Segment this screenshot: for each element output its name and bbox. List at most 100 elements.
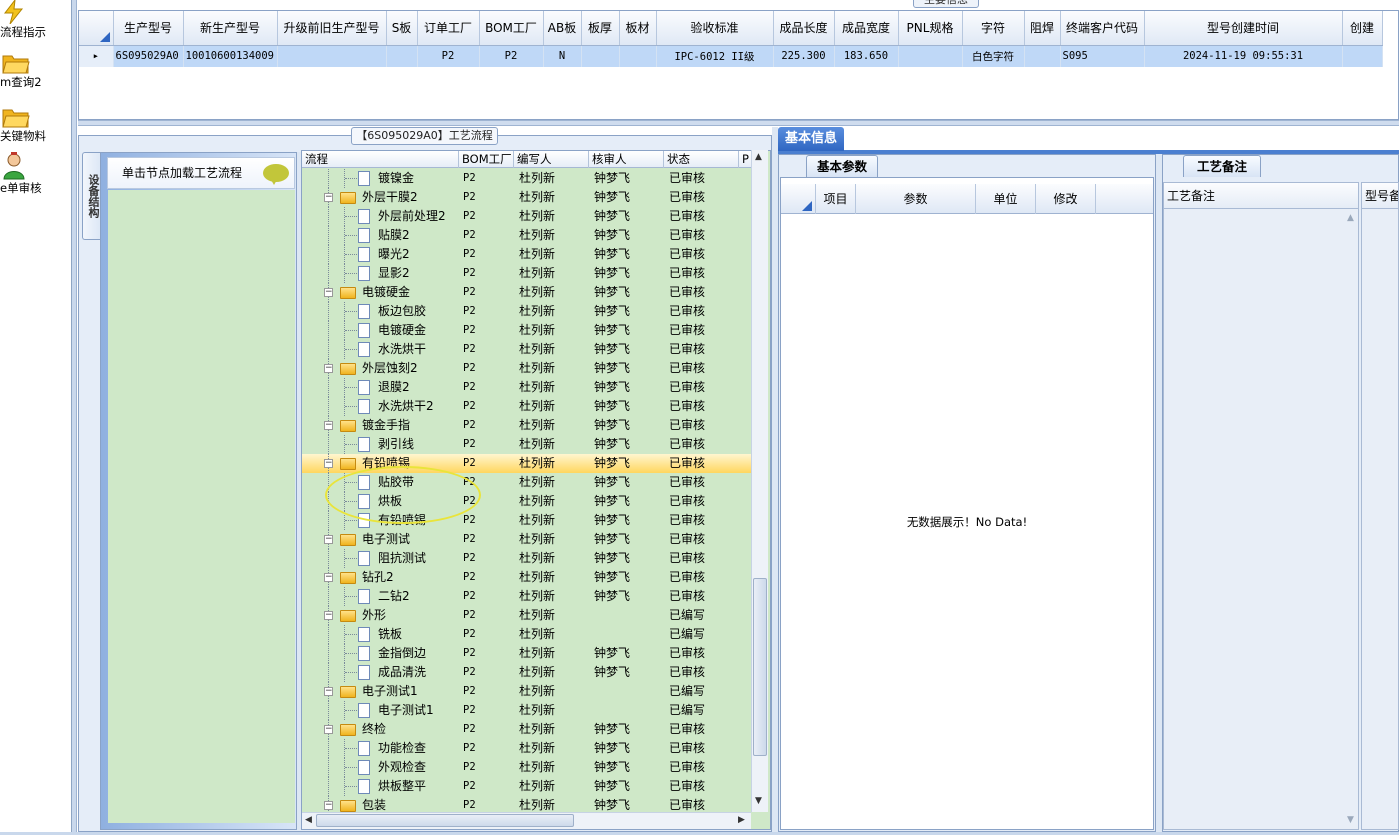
tree-row[interactable]: − 电子测试1 P2 杜列新 已编写: [302, 682, 752, 701]
scroll-up-icon[interactable]: ▲: [1347, 213, 1354, 223]
tree-row[interactable]: 镀镍金 P2 杜列新 钟梦飞 已审核: [302, 169, 752, 188]
col-header[interactable]: 字符: [962, 11, 1025, 46]
process-flow-tab[interactable]: 【6S095029A0】工艺流程: [351, 127, 498, 145]
col-header[interactable]: 新生产型号: [183, 11, 278, 46]
tree-row[interactable]: 成品清洗 P2 杜列新 钟梦飞 已审核: [302, 663, 752, 682]
tree-col-header[interactable]: 流程: [302, 151, 459, 168]
left-splitter[interactable]: [72, 0, 77, 835]
collapse-icon[interactable]: −: [324, 573, 333, 582]
tree-row[interactable]: 退膜2 P2 杜列新 钟梦飞 已审核: [302, 378, 752, 397]
col-header[interactable]: 生产型号: [113, 11, 184, 46]
table-cell[interactable]: N: [543, 45, 582, 67]
params-col-header[interactable]: 项目: [816, 184, 856, 214]
tree-row[interactable]: 铣板 P2 杜列新 已编写: [302, 625, 752, 644]
params-col-header[interactable]: 修改: [1036, 184, 1096, 214]
table-cell[interactable]: 6S095029A0: [113, 45, 184, 67]
tree-row[interactable]: − 外层蚀刻2 P2 杜列新 钟梦飞 已审核: [302, 359, 752, 378]
collapse-icon[interactable]: −: [324, 193, 333, 202]
table-cell[interactable]: [386, 45, 418, 67]
table-cell[interactable]: 白色字符: [962, 45, 1025, 67]
row-indicator[interactable]: ▸: [79, 45, 114, 67]
basic-params-tab[interactable]: 基本参数: [806, 155, 878, 177]
col-header[interactable]: 板材: [619, 11, 657, 46]
collapse-icon[interactable]: −: [324, 288, 333, 297]
tree-col-header[interactable]: 核审人: [589, 151, 664, 168]
tree-col-header[interactable]: 状态: [664, 151, 739, 168]
collapse-icon[interactable]: −: [324, 364, 333, 373]
collapse-icon[interactable]: −: [324, 535, 333, 544]
scroll-down-icon[interactable]: ▼: [1347, 815, 1354, 825]
table-cell[interactable]: P2: [479, 45, 544, 67]
col-header[interactable]: PNL规格: [898, 11, 963, 46]
table-cell[interactable]: [898, 45, 963, 67]
table-cell[interactable]: IPC-6012 II级: [656, 45, 774, 67]
tree-row[interactable]: − 终检 P2 杜列新 钟梦飞 已审核: [302, 720, 752, 739]
table-cell[interactable]: 2024-11-19 09:55:31: [1144, 45, 1343, 67]
equipment-structure-tab[interactable]: 设备结构: [82, 152, 102, 240]
col-header[interactable]: AB板: [543, 11, 582, 46]
tree-row[interactable]: − 电镀硬金 P2 杜列新 钟梦飞 已审核: [302, 283, 752, 302]
table-cell[interactable]: [1342, 45, 1383, 67]
tree-horizontal-thumb[interactable]: [316, 814, 574, 827]
remarks-grid[interactable]: 工艺备注 ▲ ▼: [1163, 182, 1359, 830]
nav-item-process-guide[interactable]: 流程指示: [0, 0, 70, 40]
tree-row[interactable]: 贴膜2 P2 杜列新 钟梦飞 已审核: [302, 226, 752, 245]
main-info-tab[interactable]: 主要信息: [913, 0, 979, 8]
scroll-down-icon[interactable]: ▼: [755, 796, 762, 806]
scroll-left-icon[interactable]: ◀: [305, 815, 312, 825]
collapse-icon[interactable]: −: [324, 687, 333, 696]
collapse-icon[interactable]: −: [324, 725, 333, 734]
col-header[interactable]: BOM工厂: [479, 11, 544, 46]
tree-row[interactable]: − 外形 P2 杜列新 已编写: [302, 606, 752, 625]
collapse-icon[interactable]: −: [324, 611, 333, 620]
tree-row[interactable]: 板边包胶 P2 杜列新 钟梦飞 已审核: [302, 302, 752, 321]
tree-row[interactable]: 电镀硬金 P2 杜列新 钟梦飞 已审核: [302, 321, 752, 340]
tree-row[interactable]: − 镀金手指 P2 杜列新 钟梦飞 已审核: [302, 416, 752, 435]
tree-row[interactable]: 阻抗测试 P2 杜列新 钟梦飞 已审核: [302, 549, 752, 568]
tree-row[interactable]: 金指倒边 P2 杜列新 钟梦飞 已审核: [302, 644, 752, 663]
table-cell[interactable]: [277, 45, 387, 67]
col-header[interactable]: 成品宽度: [834, 11, 899, 46]
table-row[interactable]: ▸ 6S095029A0 10010600134009 P2 P2 N IPC-…: [79, 45, 1383, 67]
tree-row[interactable]: − 外层干膜2 P2 杜列新 钟梦飞 已审核: [302, 188, 752, 207]
col-header[interactable]: 终端客户代码: [1060, 11, 1145, 46]
col-header[interactable]: 阻焊: [1024, 11, 1061, 46]
tree-row[interactable]: 显影2 P2 杜列新 钟梦飞 已审核: [302, 264, 752, 283]
tree-row[interactable]: 水洗烘干2 P2 杜列新 钟梦飞 已审核: [302, 397, 752, 416]
col-header[interactable]: 成品长度: [773, 11, 835, 46]
tree-vertical-thumb[interactable]: [753, 578, 767, 756]
table-cell[interactable]: 225.300: [773, 45, 835, 67]
table-cell[interactable]: S095: [1060, 45, 1145, 67]
params-col-header[interactable]: 单位: [976, 184, 1036, 214]
table-cell[interactable]: 183.650: [834, 45, 899, 67]
grid-corner[interactable]: [79, 11, 114, 46]
table-cell[interactable]: [581, 45, 620, 67]
tree-col-header[interactable]: BOM工厂: [459, 151, 514, 168]
table-cell[interactable]: 10010600134009: [183, 45, 278, 67]
col-header[interactable]: 订单工厂: [417, 11, 480, 46]
scroll-up-icon[interactable]: ▲: [755, 152, 762, 162]
tree-row[interactable]: 外观检查 P2 杜列新 钟梦飞 已审核: [302, 758, 752, 777]
tree-row[interactable]: − 电子测试 P2 杜列新 钟梦飞 已审核: [302, 530, 752, 549]
basic-info-tab[interactable]: 基本信息: [778, 127, 844, 151]
tree-row[interactable]: 外层前处理2 P2 杜列新 钟梦飞 已审核: [302, 207, 752, 226]
tree-row[interactable]: − 钻孔2 P2 杜列新 钟梦飞 已审核: [302, 568, 752, 587]
col-header[interactable]: 创建: [1342, 11, 1383, 46]
node-list[interactable]: [108, 190, 295, 823]
col-header[interactable]: 升级前旧生产型号: [277, 11, 387, 46]
grid-corner[interactable]: [781, 184, 816, 214]
col-header[interactable]: 板厚: [581, 11, 620, 46]
tree-col-header[interactable]: 编写人: [514, 151, 589, 168]
tree-row[interactable]: 二钻2 P2 杜列新 钟梦飞 已审核: [302, 587, 752, 606]
remarks-tab[interactable]: 工艺备注: [1183, 155, 1261, 177]
collapse-icon[interactable]: −: [324, 801, 333, 810]
collapse-icon[interactable]: −: [324, 421, 333, 430]
col-header[interactable]: 型号创建时间: [1144, 11, 1343, 46]
remarks-col-header[interactable]: 工艺备注: [1164, 183, 1358, 209]
remarks-col-header[interactable]: 型号备: [1362, 183, 1398, 209]
collapse-icon[interactable]: −: [324, 459, 333, 468]
table-cell[interactable]: P2: [417, 45, 480, 67]
tree-row[interactable]: 曝光2 P2 杜列新 钟梦飞 已审核: [302, 245, 752, 264]
nav-item-key-materials[interactable]: 关键物料: [0, 106, 70, 144]
tree-row[interactable]: 水洗烘干 P2 杜列新 钟梦飞 已审核: [302, 340, 752, 359]
